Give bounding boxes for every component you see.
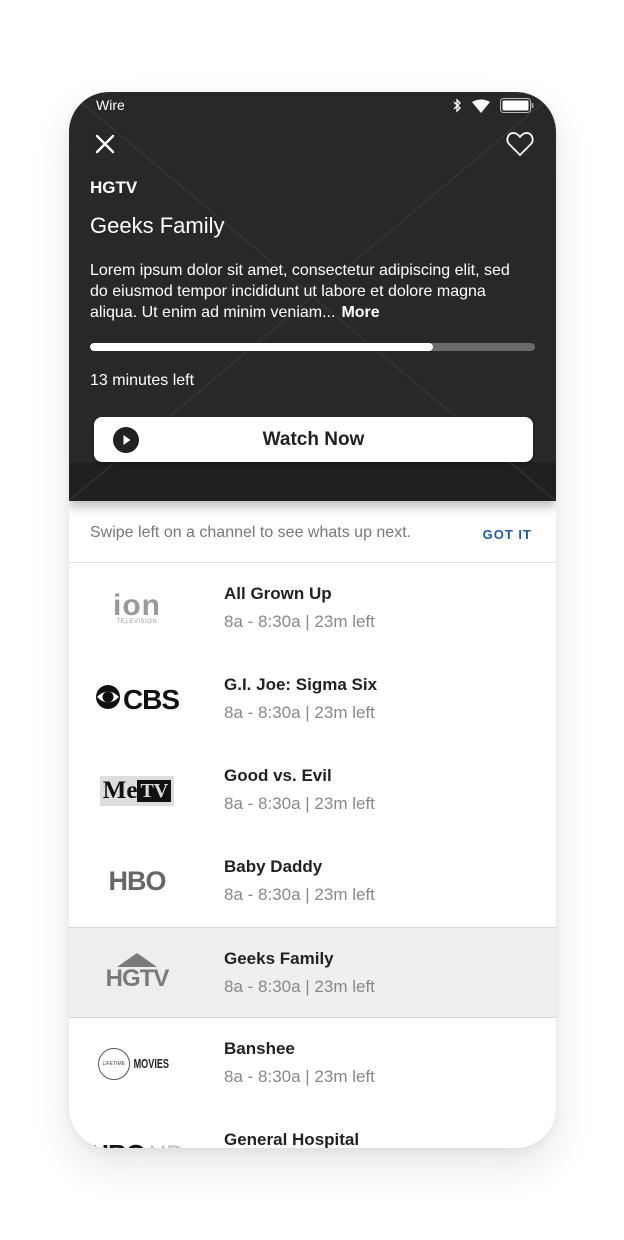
battery-icon xyxy=(500,98,534,113)
watch-progress-bar xyxy=(90,343,535,351)
swipe-hint-banner: Swipe left on a channel to see whats up … xyxy=(69,501,556,563)
phone-screen: Wire HGTV Geeks Family Lorem ipsum dolor… xyxy=(69,92,556,1148)
show-name: Banshee xyxy=(224,1039,295,1058)
wifi-icon xyxy=(472,99,490,113)
channel-list[interactable]: ion TELEVISION All Grown Up 8a - 8:30a |… xyxy=(69,563,556,1148)
watch-now-label: Watch Now xyxy=(262,429,365,450)
close-icon xyxy=(93,134,117,160)
show-name: Baby Daddy xyxy=(224,857,323,876)
show-name: All Grown Up xyxy=(224,584,332,603)
now-playing-hero: Wire HGTV Geeks Family Lorem ipsum dolor… xyxy=(69,92,556,501)
show-name: General Hospital xyxy=(224,1130,360,1148)
channel-row[interactable]: Me TV Good vs. Evil 8a - 8:30a | 23m lef… xyxy=(69,745,556,836)
watch-now-button[interactable]: Watch Now xyxy=(94,417,533,462)
channel-row[interactable]: LIFETIME MOVIES Banshee 8a - 8:30a | 23m… xyxy=(69,1018,556,1109)
close-button[interactable] xyxy=(93,132,117,156)
swipe-hint-text: Swipe left on a channel to see whats up … xyxy=(90,524,412,541)
show-name: Geeks Family xyxy=(224,949,334,968)
channel-logo-hbo-hd: HBO HD xyxy=(69,1109,205,1148)
got-it-button[interactable]: GOT IT xyxy=(483,527,532,542)
channel-logo-ion: ion TELEVISION xyxy=(113,588,161,625)
watch-progress-fill xyxy=(90,343,433,351)
show-time: 8a - 8:30a | 23m left xyxy=(224,794,375,813)
description-text: Lorem ipsum dolor sit amet, consectetur … xyxy=(90,262,510,321)
channel-logo-lifetime-movies: LIFETIME MOVIES xyxy=(69,1018,205,1109)
carrier-name: Wire xyxy=(96,97,125,113)
show-time: 8a - 8:30a | 23m left xyxy=(224,703,375,722)
show-time: 8a - 8:30a | 23m left xyxy=(224,885,375,904)
channel-row[interactable]: HBO Baby Daddy 8a - 8:30a | 23m left xyxy=(69,836,556,927)
channel-row[interactable]: HBO HD General Hospital 8a - 8:30a | 23m… xyxy=(69,1109,556,1148)
bluetooth-icon xyxy=(452,98,462,113)
channel-row[interactable]: CBS G.I. Joe: Sigma Six 8a - 8:30a | 23m… xyxy=(69,654,556,745)
network-name: HGTV xyxy=(90,178,138,197)
channel-logo-hgtv: HGTV xyxy=(69,928,205,1017)
show-time: 8a - 8:30a | 23m left xyxy=(224,612,375,631)
channel-logo-hbo: HBO xyxy=(108,866,167,896)
channel-logo-metv: Me TV xyxy=(69,745,205,836)
show-time: 8a - 8:30a | 23m left xyxy=(224,1067,375,1086)
show-name: Good vs. Evil xyxy=(224,766,332,785)
show-time: 8a - 8:30a | 23m left xyxy=(224,977,375,996)
channel-row[interactable]: ion TELEVISION All Grown Up 8a - 8:30a |… xyxy=(69,563,556,654)
channel-logo-cbs: CBS xyxy=(69,654,205,745)
time-left: 13 minutes left xyxy=(90,372,195,389)
show-description: Lorem ipsum dolor sit amet, consectetur … xyxy=(90,260,530,323)
heart-icon xyxy=(506,132,534,161)
status-bar: Wire xyxy=(69,92,556,120)
channel-row-selected[interactable]: HGTV Geeks Family 8a - 8:30a | 23m left xyxy=(69,927,556,1018)
favorite-button[interactable] xyxy=(506,131,534,157)
cbs-eye-icon xyxy=(95,684,121,715)
show-title: Geeks Family xyxy=(90,213,225,238)
show-name: G.I. Joe: Sigma Six xyxy=(224,675,378,694)
more-link[interactable]: More xyxy=(341,304,379,321)
